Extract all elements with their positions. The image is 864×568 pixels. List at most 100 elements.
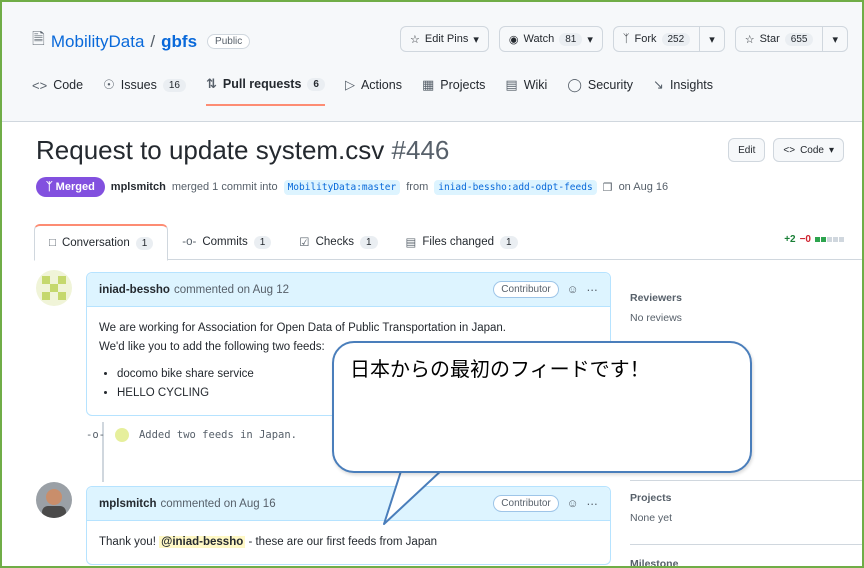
diffstat-blocks bbox=[815, 237, 844, 242]
projects-value: None yet bbox=[630, 512, 673, 524]
file-diff-icon: ▤ bbox=[405, 237, 417, 249]
comment-text: Thank you! bbox=[99, 536, 156, 548]
smiley-icon[interactable]: ☺ bbox=[567, 284, 579, 296]
star-button[interactable]: ☆ Star 655 ▾ bbox=[734, 26, 848, 52]
edit-pins-button[interactable]: ☆ Edit Pins ▾ bbox=[400, 26, 489, 52]
tab-conversation[interactable]: □ Conversation 1 bbox=[34, 224, 169, 261]
kebab-icon[interactable]: ⋯ bbox=[587, 497, 599, 511]
repo-actions: ☆ Edit Pins ▾ ◉ Watch 81 ▾ ᛉ Fork 252 ▾ ☆ Star 65… bbox=[400, 26, 848, 52]
projects-heading[interactable]: Projects bbox=[630, 492, 672, 504]
tab-label: Files changed bbox=[422, 236, 494, 248]
base-branch[interactable]: MobilityData:master bbox=[283, 179, 401, 195]
additions-count: +2 bbox=[784, 234, 796, 245]
avatar[interactable] bbox=[36, 482, 72, 518]
screenshot-frame: 🗎 MobilityData / gbfs Public ☆ Edit Pins ▾… bbox=[0, 0, 864, 568]
star-dropdown[interactable]: ▾ bbox=[822, 27, 847, 51]
deletions-count: −0 bbox=[799, 234, 811, 245]
visibility-badge: Public bbox=[207, 34, 251, 49]
tab-pull-requests[interactable]: ⇅ Pull requests 6 bbox=[206, 76, 325, 106]
avatar[interactable] bbox=[36, 270, 72, 306]
table-icon: ▦ bbox=[421, 77, 435, 92]
chevron-down-icon: ▾ bbox=[709, 33, 715, 46]
comment-author[interactable]: mplsmitch bbox=[99, 498, 157, 510]
comment-time[interactable]: commented on Aug 12 bbox=[174, 284, 289, 296]
pr-actions: Edit <> Code ▾ bbox=[728, 138, 844, 162]
commit-event: -o- Added two feeds in Japan. bbox=[86, 428, 297, 442]
tab-commits[interactable]: -o- Commits 1 bbox=[168, 224, 285, 260]
tab-label: Actions bbox=[360, 78, 402, 92]
watch-button[interactable]: ◉ Watch 81 ▾ bbox=[498, 26, 603, 52]
star-label: Star bbox=[759, 33, 780, 45]
star-icon: ☆ bbox=[744, 33, 755, 46]
pulls-count: 6 bbox=[307, 77, 325, 91]
milestone-heading[interactable]: Milestone bbox=[630, 558, 678, 566]
pr-meta-text: merged 1 commit into bbox=[171, 181, 278, 193]
comment-card: mplsmitch commented on Aug 16 Contributo… bbox=[86, 486, 611, 565]
watch-count: 81 bbox=[559, 32, 583, 46]
head-branch[interactable]: iniad-bessho:add-odpt-feeds bbox=[434, 179, 597, 195]
chevron-down-icon: ▾ bbox=[587, 33, 593, 46]
callout-tail bbox=[383, 468, 446, 525]
tab-label: Insights bbox=[669, 78, 714, 92]
watch-label: Watch bbox=[523, 33, 555, 45]
pr-date: on Aug 16 bbox=[618, 181, 669, 193]
identicon-avatar bbox=[36, 270, 72, 306]
comment-header: mplsmitch commented on Aug 16 Contributo… bbox=[87, 487, 610, 521]
pr-author-link[interactable]: mplsmitch bbox=[111, 181, 166, 193]
merged-label: Merged bbox=[55, 181, 95, 193]
commit-avatar[interactable] bbox=[114, 428, 129, 442]
star-count: 655 bbox=[784, 32, 814, 46]
commits-count: 1 bbox=[253, 235, 272, 249]
comment-text: We are working for Association for Open … bbox=[99, 322, 506, 334]
tab-security[interactable]: ◯ Security bbox=[567, 76, 633, 106]
pr-title: Request to update system.csv #446 bbox=[36, 135, 449, 166]
user-mention-link[interactable]: @iniad-bessho bbox=[159, 536, 246, 548]
reviewers-heading[interactable]: Reviewers bbox=[630, 292, 682, 304]
repo-separator: / bbox=[150, 31, 156, 51]
edit-button[interactable]: Edit bbox=[728, 138, 766, 162]
copy-icon[interactable]: ❐ bbox=[603, 181, 613, 194]
repo-title: 🗎 MobilityData / gbfs Public bbox=[32, 28, 251, 55]
diffstat: +2 −0 bbox=[784, 234, 844, 245]
comment-text: - these are our first feeds from Japan bbox=[248, 536, 438, 548]
tab-label: Pull requests bbox=[222, 77, 302, 91]
tab-code[interactable]: <> Code bbox=[32, 76, 83, 106]
fork-button[interactable]: ᛉ Fork 252 ▾ bbox=[612, 26, 725, 52]
tab-label: Wiki bbox=[523, 78, 548, 92]
comment-author[interactable]: iniad-bessho bbox=[99, 284, 170, 296]
fork-dropdown[interactable]: ▾ bbox=[699, 27, 724, 51]
code-dropdown-button[interactable]: <> Code ▾ bbox=[773, 138, 844, 162]
tab-issues[interactable]: ☉ Issues 16 bbox=[103, 76, 186, 106]
repo-name-link[interactable]: gbfs bbox=[161, 32, 197, 52]
smiley-icon[interactable]: ☺ bbox=[567, 498, 579, 510]
tab-checks[interactable]: ☑ Checks 1 bbox=[285, 224, 391, 260]
book-icon: ▤ bbox=[505, 77, 518, 92]
sidebar-projects: Projects None yet bbox=[630, 492, 672, 524]
from-text: from bbox=[406, 181, 429, 193]
commit-icon: -o- bbox=[86, 429, 105, 441]
tab-label: Code bbox=[53, 78, 84, 92]
repo-owner-link[interactable]: MobilityData bbox=[51, 32, 145, 52]
repo-header: 🗎 MobilityData / gbfs Public ☆ Edit Pins ▾… bbox=[2, 2, 862, 122]
merge-icon: ᛉ bbox=[46, 181, 53, 193]
kebab-icon[interactable]: ⋯ bbox=[587, 283, 599, 297]
tab-actions[interactable]: ▷ Actions bbox=[345, 76, 402, 106]
fork-label: Fork bbox=[634, 33, 657, 45]
commit-icon: -o- bbox=[182, 236, 197, 248]
tab-label: Checks bbox=[315, 236, 354, 248]
tab-projects[interactable]: ▦ Projects bbox=[422, 76, 485, 106]
diff-block bbox=[827, 237, 832, 242]
contributor-badge: Contributor bbox=[493, 495, 559, 512]
tab-files-changed[interactable]: ▤ Files changed 1 bbox=[392, 224, 532, 260]
diff-block bbox=[821, 237, 826, 242]
tab-label: Issues bbox=[120, 78, 157, 92]
comment-time[interactable]: commented on Aug 16 bbox=[161, 498, 276, 510]
callout-text: 日本からの最初のフィードです！ bbox=[350, 357, 650, 381]
tab-wiki[interactable]: ▤ Wiki bbox=[505, 76, 547, 106]
chevron-down-icon: ▾ bbox=[473, 33, 479, 46]
tab-label: Projects bbox=[440, 78, 486, 92]
commit-message-link[interactable]: Added two feeds in Japan. bbox=[139, 429, 297, 441]
repo-book-icon: 🗎 bbox=[32, 31, 45, 48]
diff-block bbox=[815, 237, 820, 242]
tab-insights[interactable]: ↘ Insights bbox=[653, 76, 713, 106]
